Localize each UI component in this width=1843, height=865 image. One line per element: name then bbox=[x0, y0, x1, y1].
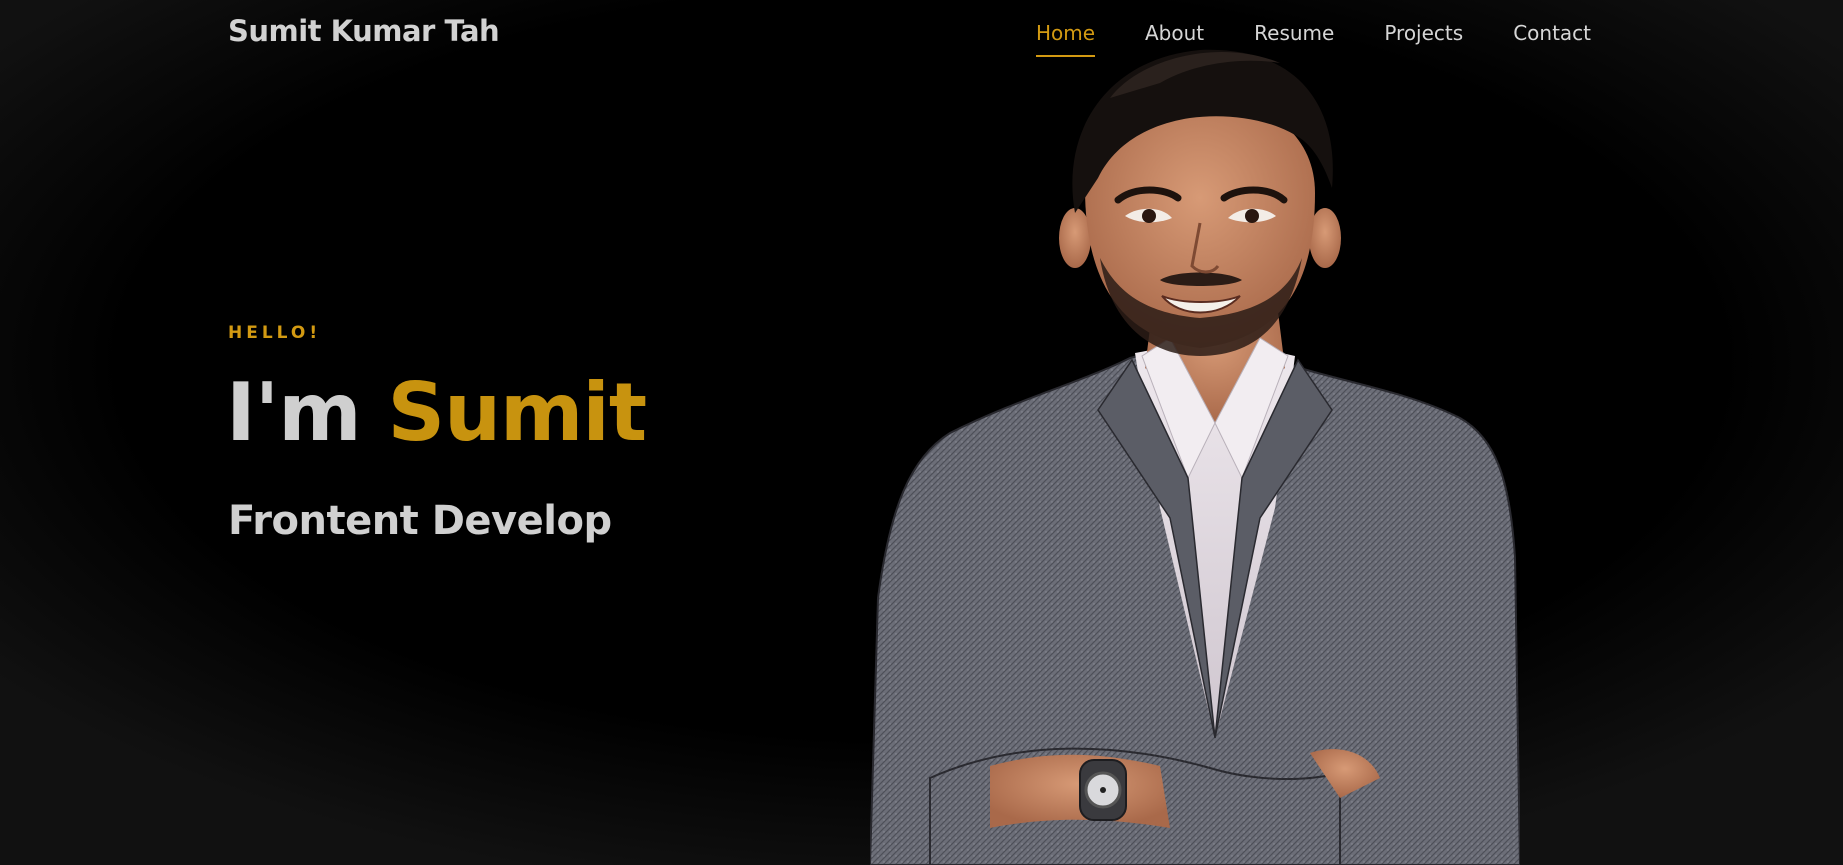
headline-name: Sumit bbox=[387, 366, 647, 459]
profile-photo bbox=[870, 49, 1520, 865]
headline-prefix: I'm bbox=[226, 366, 362, 459]
nav-item-contact[interactable]: Contact bbox=[1513, 0, 1591, 55]
page: Sumit Kumar Tah Home About Resume Projec… bbox=[0, 0, 1843, 865]
hero-greeting: HELLO! bbox=[228, 323, 322, 343]
hero-role: Frontent Develop bbox=[228, 498, 612, 544]
hero-headline: I'm Sumit bbox=[226, 366, 647, 459]
site-logo-text[interactable]: Sumit Kumar Tah bbox=[228, 14, 500, 48]
